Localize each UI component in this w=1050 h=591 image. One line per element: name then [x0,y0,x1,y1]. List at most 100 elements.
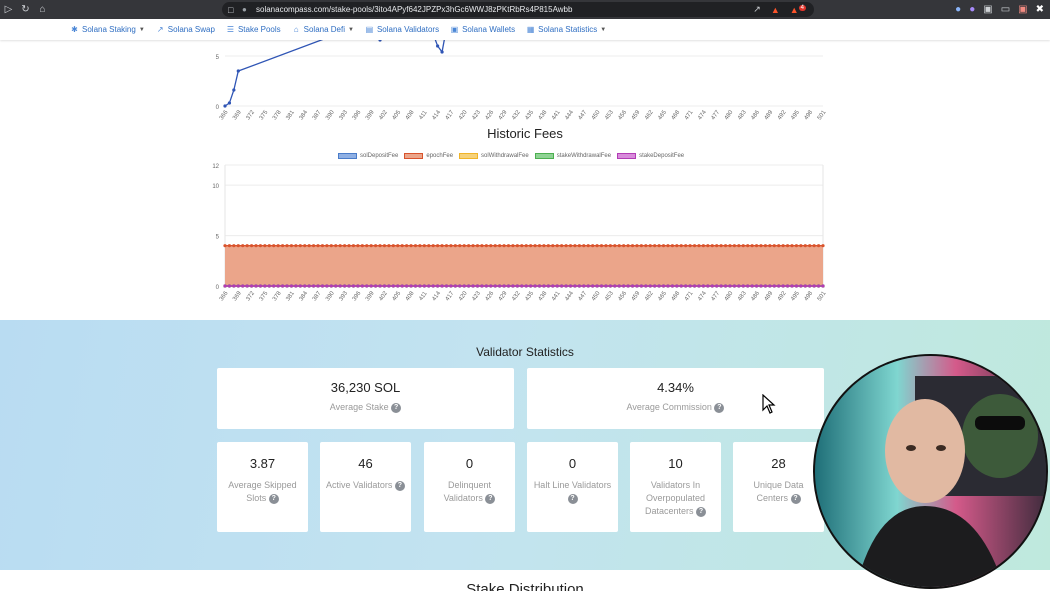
wallet-extension-icon[interactable]: ▣ [1018,4,1027,15]
data-point [626,244,630,248]
data-point [785,244,790,248]
x-tick-label: 495 [790,290,801,302]
x-tick-label: 366 [219,109,230,121]
data-point [351,284,356,288]
data-point [573,244,577,248]
data-point [249,284,254,288]
data-point [436,44,440,48]
help-icon[interactable]: ? [714,402,725,413]
nav-item-solana-defi[interactable]: ⌂ Solana Defi ▼ [292,25,354,34]
data-point [639,244,643,248]
url-text[interactable]: solanacompass.com/stake-pools/3ito4APyf6… [256,5,572,14]
x-tick-label: 420 [458,109,469,121]
data-point [285,244,289,248]
stat-card-delinquent-validators: 0 Delinquent Validators ? [424,442,515,532]
address-bar[interactable]: □ ● solanacompass.com/stake-pools/3ito4A… [222,2,814,17]
help-icon[interactable]: ? [268,493,279,504]
data-point [365,244,369,248]
extensions-puzzle-icon[interactable]: ▣ [983,4,992,15]
help-icon[interactable]: ? [696,506,707,517]
data-point [307,244,311,248]
back-icon[interactable]: ▷ [0,0,17,19]
help-icon[interactable]: ? [394,480,405,491]
data-point [241,244,245,248]
help-icon[interactable]: ? [485,493,496,504]
sidebar-icon[interactable]: ▭ [1001,4,1010,15]
x-tick-label: 414 [431,109,442,121]
x-tick-label: 459 [631,109,642,121]
legend-swatch [338,153,357,159]
help-icon[interactable]: ? [790,493,801,504]
x-tick-label: 468 [671,290,682,302]
legend-item[interactable]: solWithdrawalFee [459,153,529,159]
data-point [697,284,701,288]
x-tick-label: 453 [604,109,615,121]
legend-item[interactable]: epochFee [404,153,453,159]
data-point [236,69,240,73]
x-tick-label: 471 [684,109,695,121]
nav-item-solana-statistics[interactable]: ▦ Solana Statistics ▼ [526,25,606,34]
data-point [790,244,794,248]
x-tick-label: 477 [711,290,722,302]
nav-item-stake-pools[interactable]: ☰ Stake Pools [226,25,281,34]
data-point [520,244,524,248]
data-point [413,284,418,288]
legend-item[interactable]: solDepositFee [338,153,398,159]
reload-icon[interactable]: ↻ [17,0,34,19]
stat-card-skipped-slots: 3.87 Average Skipped Slots ? [217,442,308,532]
data-point [418,284,422,288]
share-icon[interactable]: ↗ [753,4,761,15]
data-point [657,284,661,288]
data-point [347,244,351,248]
help-icon[interactable]: ? [391,402,402,413]
x-tick-label: 495 [790,109,801,121]
legend-item[interactable]: stakeDepositFee [617,153,684,159]
data-point [236,244,240,248]
data-point [303,284,307,288]
data-point [754,244,759,248]
stat-value: 4.34% [657,380,694,395]
help-icon[interactable]: ? [567,493,578,504]
data-point [356,244,360,248]
nav-item-solana-validators[interactable]: ▤ Solana Validators [365,25,439,34]
data-point [768,284,772,288]
data-point [347,284,351,288]
extension-x-icon[interactable]: ✖ [1036,4,1044,15]
x-tick-label: 438 [538,109,549,121]
bookmark-icon[interactable]: □ [228,5,242,15]
data-point [746,284,750,288]
data-point [785,284,790,288]
extension-icon[interactable]: ● [955,4,961,15]
nav-item-solana-swap[interactable]: ↗ Solana Swap [156,25,215,34]
data-point [409,284,413,288]
nav-item-solana-wallets[interactable]: ▣ Solana Wallets [450,25,515,34]
data-point [387,244,391,248]
data-point [746,244,750,248]
data-point [303,244,307,248]
home-icon[interactable]: ⌂ [34,0,51,19]
data-point [391,284,395,288]
x-tick-label: 489 [764,109,775,121]
nav-item-solana-staking[interactable]: ✱ Solana Staking ▼ [70,25,145,34]
data-point [750,284,754,288]
data-point [617,244,621,248]
brave-shield-icon[interactable]: ▲ [771,5,780,15]
x-tick-label: 429 [498,109,509,121]
x-tick-label: 423 [471,290,482,302]
nav-item-label: Solana Wallets [462,25,516,34]
legend-item[interactable]: stakeWithdrawalFee [534,153,612,159]
data-point [506,244,511,248]
x-tick-label: 486 [750,290,761,302]
x-tick-label: 465 [657,109,668,121]
x-tick-label: 429 [498,290,509,302]
data-point [289,244,294,248]
extension-icon[interactable]: ● [969,4,975,15]
mouse-cursor-icon [762,394,776,414]
data-point [378,40,382,42]
x-tick-label: 390 [325,290,336,302]
data-point [692,244,697,248]
brave-rewards-icon[interactable]: ▲ 4 [790,4,806,15]
x-tick-label: 480 [724,290,735,302]
legend-label: stakeWithdrawalFee [556,153,612,159]
stat-card-average-stake: 36,230 SOL Average Stake ? [217,368,514,429]
